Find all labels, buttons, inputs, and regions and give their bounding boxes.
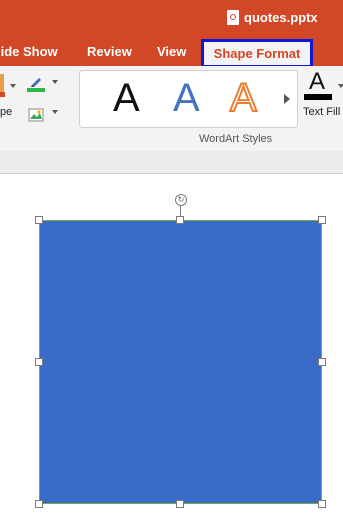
resize-handle-bottom-right[interactable] xyxy=(318,500,326,508)
selected-rectangle-shape[interactable] xyxy=(39,220,322,504)
chevron-down-icon[interactable] xyxy=(10,84,16,88)
text-fill-icon[interactable]: A xyxy=(309,68,325,96)
tab-shape-format[interactable]: Shape Format xyxy=(201,39,313,68)
resize-handle-right[interactable] xyxy=(318,358,326,366)
text-fill-label: Text Fill xyxy=(303,106,341,118)
resize-handle-bottom-left[interactable] xyxy=(35,500,43,508)
shape-fill-color-swatch xyxy=(0,92,5,97)
resize-handle-top-left[interactable] xyxy=(35,216,43,224)
resize-handle-bottom[interactable] xyxy=(176,500,184,508)
shape-effects-icon[interactable] xyxy=(28,108,44,122)
powerpoint-file-icon xyxy=(227,10,239,25)
tab-view[interactable]: View xyxy=(157,44,186,59)
ribbon-tab-bar: lide Show Review View Shape Format xyxy=(0,38,343,68)
shape-outline-pen-icon[interactable] xyxy=(30,75,42,87)
title-bar: quotes.pptx xyxy=(0,0,343,38)
slide-canvas[interactable]: ↻ xyxy=(0,174,343,523)
outline-color-swatch xyxy=(27,88,45,92)
wordart-group-label: WordArt Styles xyxy=(199,133,273,145)
resize-handle-left[interactable] xyxy=(35,358,43,366)
text-fill-color-swatch xyxy=(304,94,332,100)
gallery-scroll-right-icon[interactable] xyxy=(284,94,290,104)
tab-review[interactable]: Review xyxy=(87,44,132,59)
ruler-strip xyxy=(0,151,343,174)
resize-handle-top-right[interactable] xyxy=(318,216,326,224)
document-title: quotes.pptx xyxy=(244,10,318,25)
shape-button-label: pe xyxy=(0,106,13,118)
wordart-styles-gallery: A A A xyxy=(79,70,298,128)
rotate-handle-icon[interactable]: ↻ xyxy=(175,194,187,206)
wordart-style-blue[interactable]: A xyxy=(173,76,200,120)
rotate-handle-stem xyxy=(180,206,181,216)
tab-slide-show[interactable]: lide Show xyxy=(0,44,58,59)
resize-handle-top[interactable] xyxy=(176,216,184,224)
ribbon-panel: pe A A A WordArt Styles A Text Fill xyxy=(0,66,343,152)
wordart-style-plain-black[interactable]: A xyxy=(113,76,140,120)
chevron-down-icon[interactable] xyxy=(52,110,58,114)
wordart-style-orange-outline[interactable]: A xyxy=(229,75,258,121)
chevron-down-icon[interactable] xyxy=(338,84,343,88)
chevron-down-icon[interactable] xyxy=(52,80,58,84)
